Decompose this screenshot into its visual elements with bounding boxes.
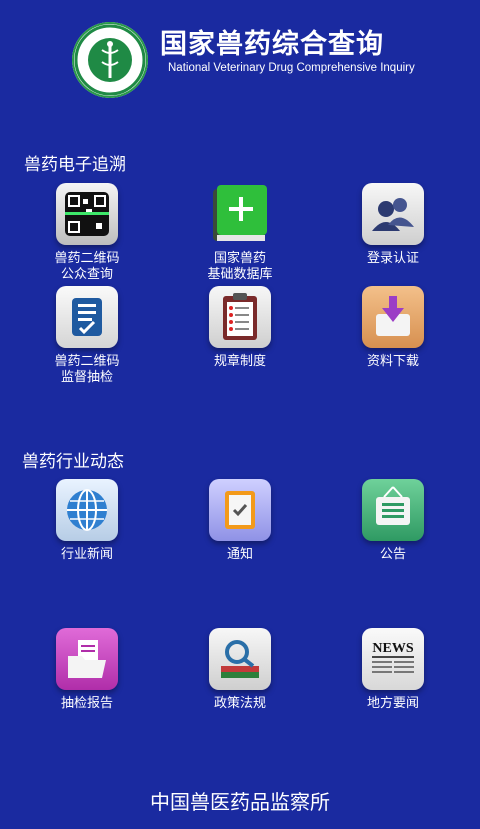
qr-code-icon (56, 183, 118, 245)
tile-label: 规章制度 (213, 354, 266, 369)
newspaper-icon: NEWS (362, 628, 424, 690)
tile-label: 行业新闻 (60, 547, 113, 562)
logo (72, 22, 148, 98)
tile-announcement[interactable]: 公告 (328, 479, 458, 589)
search-book-icon (209, 628, 271, 690)
newspaper-text: NEWS (372, 641, 413, 656)
tile-label: 兽药二维码 监督抽检 (54, 354, 120, 385)
globe-icon (56, 479, 118, 541)
clipboard-list-icon (209, 286, 271, 348)
tile-qr-public-query[interactable]: 兽药二维码 公众查询 (22, 183, 152, 293)
tile-label: 政策法规 (213, 696, 266, 711)
tile-login-auth[interactable]: 登录认证 (328, 183, 458, 293)
download-icon (362, 286, 424, 348)
app-subtitle: National Veterinary Drug Comprehensive I… (168, 62, 415, 74)
database-book-icon (209, 183, 271, 245)
tile-label: 通知 (226, 547, 253, 562)
users-icon (362, 183, 424, 245)
footer-org-name: 中国兽医药品监察所 (150, 790, 330, 814)
app-title: 国家兽药综合查询 (160, 29, 384, 60)
tile-notice[interactable]: 通知 (175, 479, 305, 589)
tile-inspection-report[interactable]: 抽检报告 (22, 628, 152, 738)
tile-label: 公告 (379, 547, 406, 562)
tile-downloads[interactable]: 资料下载 (328, 286, 458, 396)
document-check-icon (56, 286, 118, 348)
tile-national-database[interactable]: 国家兽药 基础数据库 (175, 183, 305, 293)
tile-regulations[interactable]: 规章制度 (175, 286, 305, 396)
tile-label: 登录认证 (366, 251, 419, 266)
tile-local-news[interactable]: NEWS 地方要闻 (328, 628, 458, 738)
tile-policies[interactable]: 政策法规 (175, 628, 305, 738)
tile-label: 兽药二维码 公众查询 (54, 251, 120, 282)
bulletin-board-icon (362, 479, 424, 541)
tile-industry-news[interactable]: 行业新闻 (22, 479, 152, 589)
section-title-industry-news: 兽药行业动态 (22, 452, 124, 472)
tile-label: 资料下载 (366, 354, 419, 369)
tile-qr-supervision[interactable]: 兽药二维码 监督抽检 (22, 286, 152, 396)
notice-icon (209, 479, 271, 541)
tile-label: 国家兽药 基础数据库 (207, 251, 273, 282)
tile-label: 地方要闻 (366, 696, 419, 711)
section-title-traceability: 兽药电子追溯 (24, 155, 126, 175)
tile-label: 抽检报告 (60, 696, 113, 711)
app-header: 国家兽药综合查询 National Veterinary Drug Compre… (0, 0, 480, 100)
folder-icon (56, 628, 118, 690)
